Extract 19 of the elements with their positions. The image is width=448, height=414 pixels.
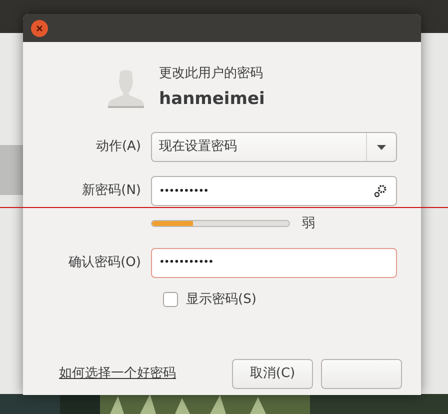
help-link[interactable]: 如何选择一个好密码 xyxy=(59,364,176,384)
checkbox-label[interactable]: 显示密码(S) xyxy=(186,290,256,309)
strength-reading: 弱 xyxy=(302,215,315,233)
close-icon xyxy=(36,24,43,32)
show-password-checkbox[interactable] xyxy=(163,292,178,307)
confirm-password-field[interactable]: ••••••••••• xyxy=(151,248,397,278)
username: hanmeimei xyxy=(159,88,265,111)
dialog-button[interactable] xyxy=(321,359,402,389)
close-button[interactable] xyxy=(31,20,48,36)
field-label: 动作(A) xyxy=(94,138,142,156)
cancel-button[interactable]: 取消(C) xyxy=(232,359,313,389)
action-dropdown[interactable]: 现在设置密码 xyxy=(151,132,397,162)
field-label: 新密码(N) xyxy=(81,182,142,200)
dialog-heading: 更改此用户的密码 xyxy=(159,64,264,82)
password-field[interactable]: •••••••••• xyxy=(151,176,397,206)
user-avatar-icon xyxy=(107,68,145,108)
field-label: 确认密码(O) xyxy=(68,254,142,272)
gears-icon[interactable] xyxy=(373,184,387,198)
caret-icon xyxy=(377,144,386,150)
